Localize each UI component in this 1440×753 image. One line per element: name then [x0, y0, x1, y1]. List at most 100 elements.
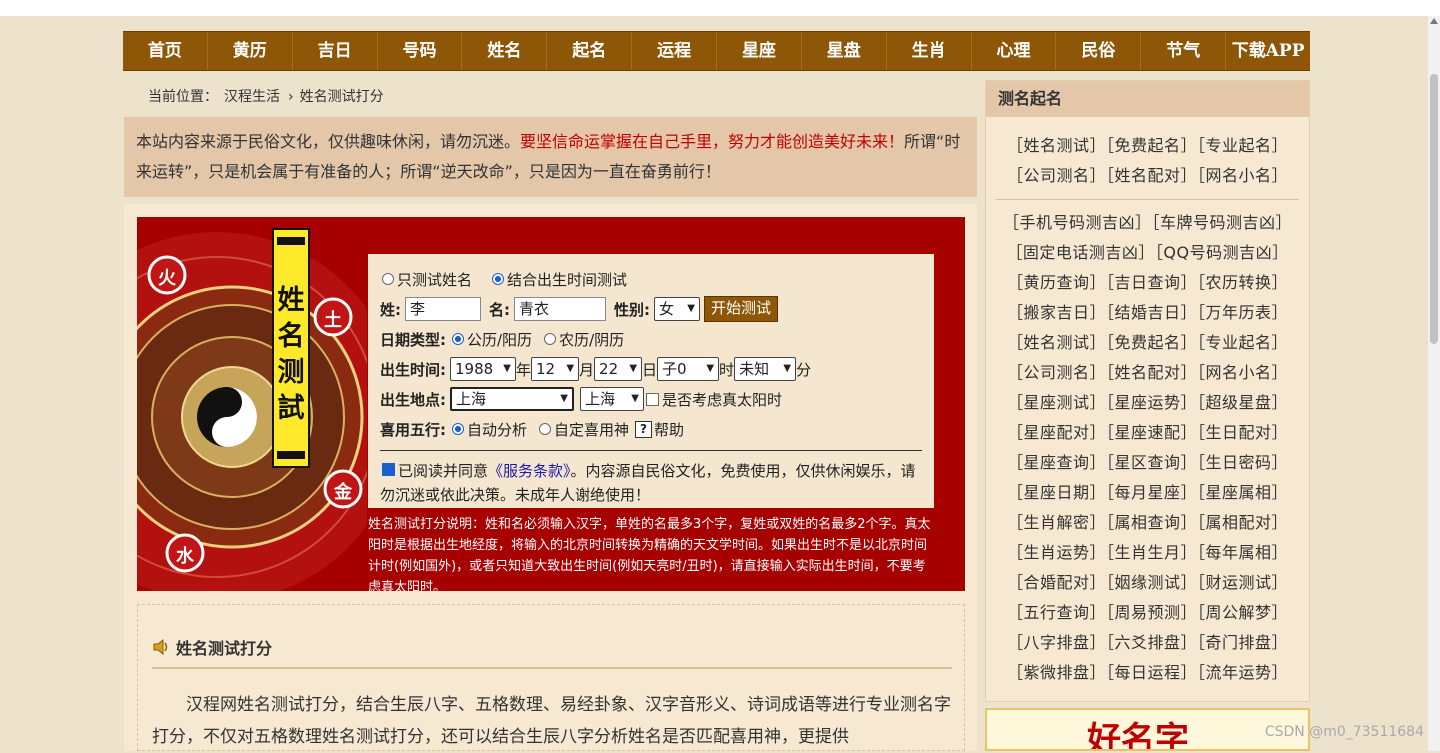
sidebar-link[interactable]: ［吉日查询］	[1106, 273, 1197, 292]
sidebar-link[interactable]: ［周易预测］	[1106, 603, 1197, 622]
sidebar-link[interactable]: ［姓名配对］	[1106, 166, 1197, 185]
terms-link[interactable]: 《服务条款》	[488, 462, 571, 480]
nav-item-11[interactable]: 民俗	[1056, 32, 1142, 70]
mode-name-only-radio[interactable]	[382, 273, 394, 285]
sidebar-link[interactable]: ［合婚配对］	[1007, 573, 1106, 592]
sidebar-link[interactable]: ［六爻排盘］	[1106, 633, 1197, 652]
sidebar-link[interactable]: ［星座日期］	[1007, 483, 1106, 502]
sidebar-link[interactable]: ［奇门排盘］	[1197, 633, 1288, 652]
mode-with-birth-radio[interactable]	[492, 273, 505, 285]
nav-item-5[interactable]: 起名	[547, 32, 633, 70]
mode-with-birth-label: 结合出生时间测试	[507, 270, 628, 289]
birth-place-row: 出生地点: 上海 ▼ 上海 ▼ 是否考虑真太阳时	[380, 384, 922, 414]
gender-select[interactable]: 女 ▼	[654, 297, 700, 321]
sidebar-link[interactable]: ［星座查询］	[1007, 453, 1106, 472]
solar-radio[interactable]	[452, 333, 464, 345]
scroll-up-arrow-icon[interactable]	[1430, 18, 1438, 24]
sidebar-link[interactable]: ［免费起名］	[1106, 333, 1197, 352]
sidebar-link[interactable]: ［车牌号码测吉凶］	[1152, 213, 1293, 232]
sidebar-link[interactable]: ［姓名测试］	[1007, 333, 1106, 352]
sidebar-link[interactable]: ［专业起名］	[1197, 136, 1288, 155]
sidebar-link[interactable]: ［公司测名］	[1007, 363, 1106, 382]
page-scrollbar[interactable]	[1428, 16, 1440, 751]
sidebar-link[interactable]: ［生肖生月］	[1106, 543, 1197, 562]
sidebar-link[interactable]: ［流年运势］	[1197, 663, 1288, 682]
sidebar-link[interactable]: ［每日运程］	[1106, 663, 1197, 682]
sidebar-link[interactable]: ［搬家吉日］	[1007, 303, 1106, 322]
help-icon[interactable]: ?	[635, 420, 653, 438]
surname-input[interactable]: 李	[405, 297, 481, 321]
breadcrumb: 当前位置： 汉程生活 › 姓名测试打分	[148, 86, 390, 106]
sidebar-link[interactable]: ［周公解梦］	[1197, 603, 1288, 622]
sidebar-link[interactable]: ［财运测试］	[1197, 573, 1288, 592]
sidebar-link[interactable]: ［姻缘测试］	[1106, 573, 1197, 592]
sidebar-link[interactable]: ［星座属相］	[1197, 483, 1288, 502]
sidebar-link[interactable]: ［生肖运势］	[1007, 543, 1106, 562]
nav-item-1[interactable]: 黄历	[208, 32, 293, 70]
sidebar-link[interactable]: ［生肖解密］	[1007, 513, 1106, 532]
sidebar-link[interactable]: ［生日密码］	[1197, 453, 1288, 472]
sidebar-link[interactable]: ［五行查询］	[1007, 603, 1106, 622]
sidebar-link[interactable]: ［QQ号码测吉凶］	[1155, 243, 1289, 262]
start-test-button[interactable]: 开始测试	[704, 296, 779, 322]
nav-item-2[interactable]: 吉日	[293, 32, 378, 70]
sidebar-link[interactable]: ［固定电话测吉凶］	[1006, 243, 1155, 262]
nav-item-10[interactable]: 心理	[972, 32, 1057, 70]
sidebar-link[interactable]: ［手机号码测吉凶］	[1003, 213, 1152, 232]
sidebar-link[interactable]: ［紫微排盘］	[1007, 663, 1106, 682]
agree-checkbox[interactable]	[382, 463, 395, 476]
sidebar-link[interactable]: ［免费起名］	[1106, 136, 1197, 155]
hour-select[interactable]: 子0 ▼	[657, 357, 720, 381]
sidebar-link[interactable]: ［超级星盘］	[1197, 393, 1288, 412]
element-fire-label: 火	[158, 268, 176, 289]
sidebar-link[interactable]: ［黄历查询］	[1007, 273, 1106, 292]
help-link[interactable]: 帮助	[654, 419, 684, 440]
sidebar-link[interactable]: ［八字排盘］	[1007, 633, 1106, 652]
sidebar-link[interactable]: ［属相配对］	[1197, 513, 1288, 532]
custom-shen-radio[interactable]	[539, 423, 552, 435]
given-name-input[interactable]: 青衣	[514, 297, 606, 321]
province-select[interactable]: 上海 ▼	[450, 387, 574, 411]
breadcrumb-separator: ›	[288, 89, 294, 105]
nav-item-9[interactable]: 生肖	[887, 32, 972, 70]
sidebar-link[interactable]: ［星区查询］	[1106, 453, 1197, 472]
sidebar-link[interactable]: ［属相查询］	[1106, 513, 1197, 532]
nav-item-3[interactable]: 号码	[378, 32, 463, 70]
sidebar-link[interactable]: ［网名小名］	[1197, 363, 1288, 382]
nav-item-13[interactable]: 下载APP	[1226, 32, 1310, 70]
sidebar-link[interactable]: ［星座配对］	[1007, 423, 1106, 442]
sidebar-link[interactable]: ［万年历表］	[1197, 303, 1288, 322]
sidebar-link[interactable]: ［姓名配对］	[1106, 363, 1197, 382]
nav-item-8[interactable]: 星盘	[802, 32, 887, 70]
city-select[interactable]: 上海 ▼	[580, 387, 644, 411]
sidebar-link[interactable]: ［星座测试］	[1007, 393, 1106, 412]
sidebar-link[interactable]: ［生日配对］	[1197, 423, 1288, 442]
sidebar-link[interactable]: ［网名小名］	[1197, 166, 1288, 185]
nav-item-4[interactable]: 姓名	[462, 32, 548, 70]
day-select[interactable]: 22 ▼	[594, 357, 643, 381]
sidebar-link[interactable]: ［结婚吉日］	[1106, 303, 1197, 322]
sidebar-link-row: ［姓名测试］［免费起名］［专业起名］	[986, 131, 1309, 161]
nav-item-6[interactable]: 运程	[632, 32, 718, 70]
breadcrumb-home-link[interactable]: 汉程生活	[224, 89, 280, 105]
auto-analysis-radio[interactable]	[452, 423, 464, 435]
sidebar-link[interactable]: ［农历转换］	[1197, 273, 1288, 292]
sidebar-link[interactable]: ［专业起名］	[1197, 333, 1288, 352]
nav-item-7[interactable]: 星座	[717, 32, 802, 70]
ad-banner[interactable]: 好名字	[985, 708, 1310, 751]
sidebar-link[interactable]: ［公司测名］	[1007, 166, 1106, 185]
minute-select[interactable]: 未知 ▼	[734, 357, 797, 381]
solar-time-checkbox[interactable]	[646, 392, 659, 406]
nav-item-0[interactable]: 首页	[123, 32, 208, 70]
gender-value: 女	[659, 300, 675, 318]
lunar-radio[interactable]	[544, 333, 557, 345]
scrollbar-thumb[interactable]	[1430, 74, 1438, 344]
sidebar-link[interactable]: ［星座速配］	[1106, 423, 1197, 442]
sidebar-link[interactable]: ［每月星座］	[1106, 483, 1197, 502]
year-select[interactable]: 1988 ▼	[450, 357, 516, 381]
sidebar-link[interactable]: ［每年属相］	[1197, 543, 1288, 562]
sidebar-link[interactable]: ［星座运势］	[1106, 393, 1197, 412]
sidebar-link[interactable]: ［姓名测试］	[1007, 136, 1106, 155]
nav-item-12[interactable]: 节气	[1141, 32, 1227, 70]
month-select[interactable]: 12 ▼	[531, 357, 580, 381]
